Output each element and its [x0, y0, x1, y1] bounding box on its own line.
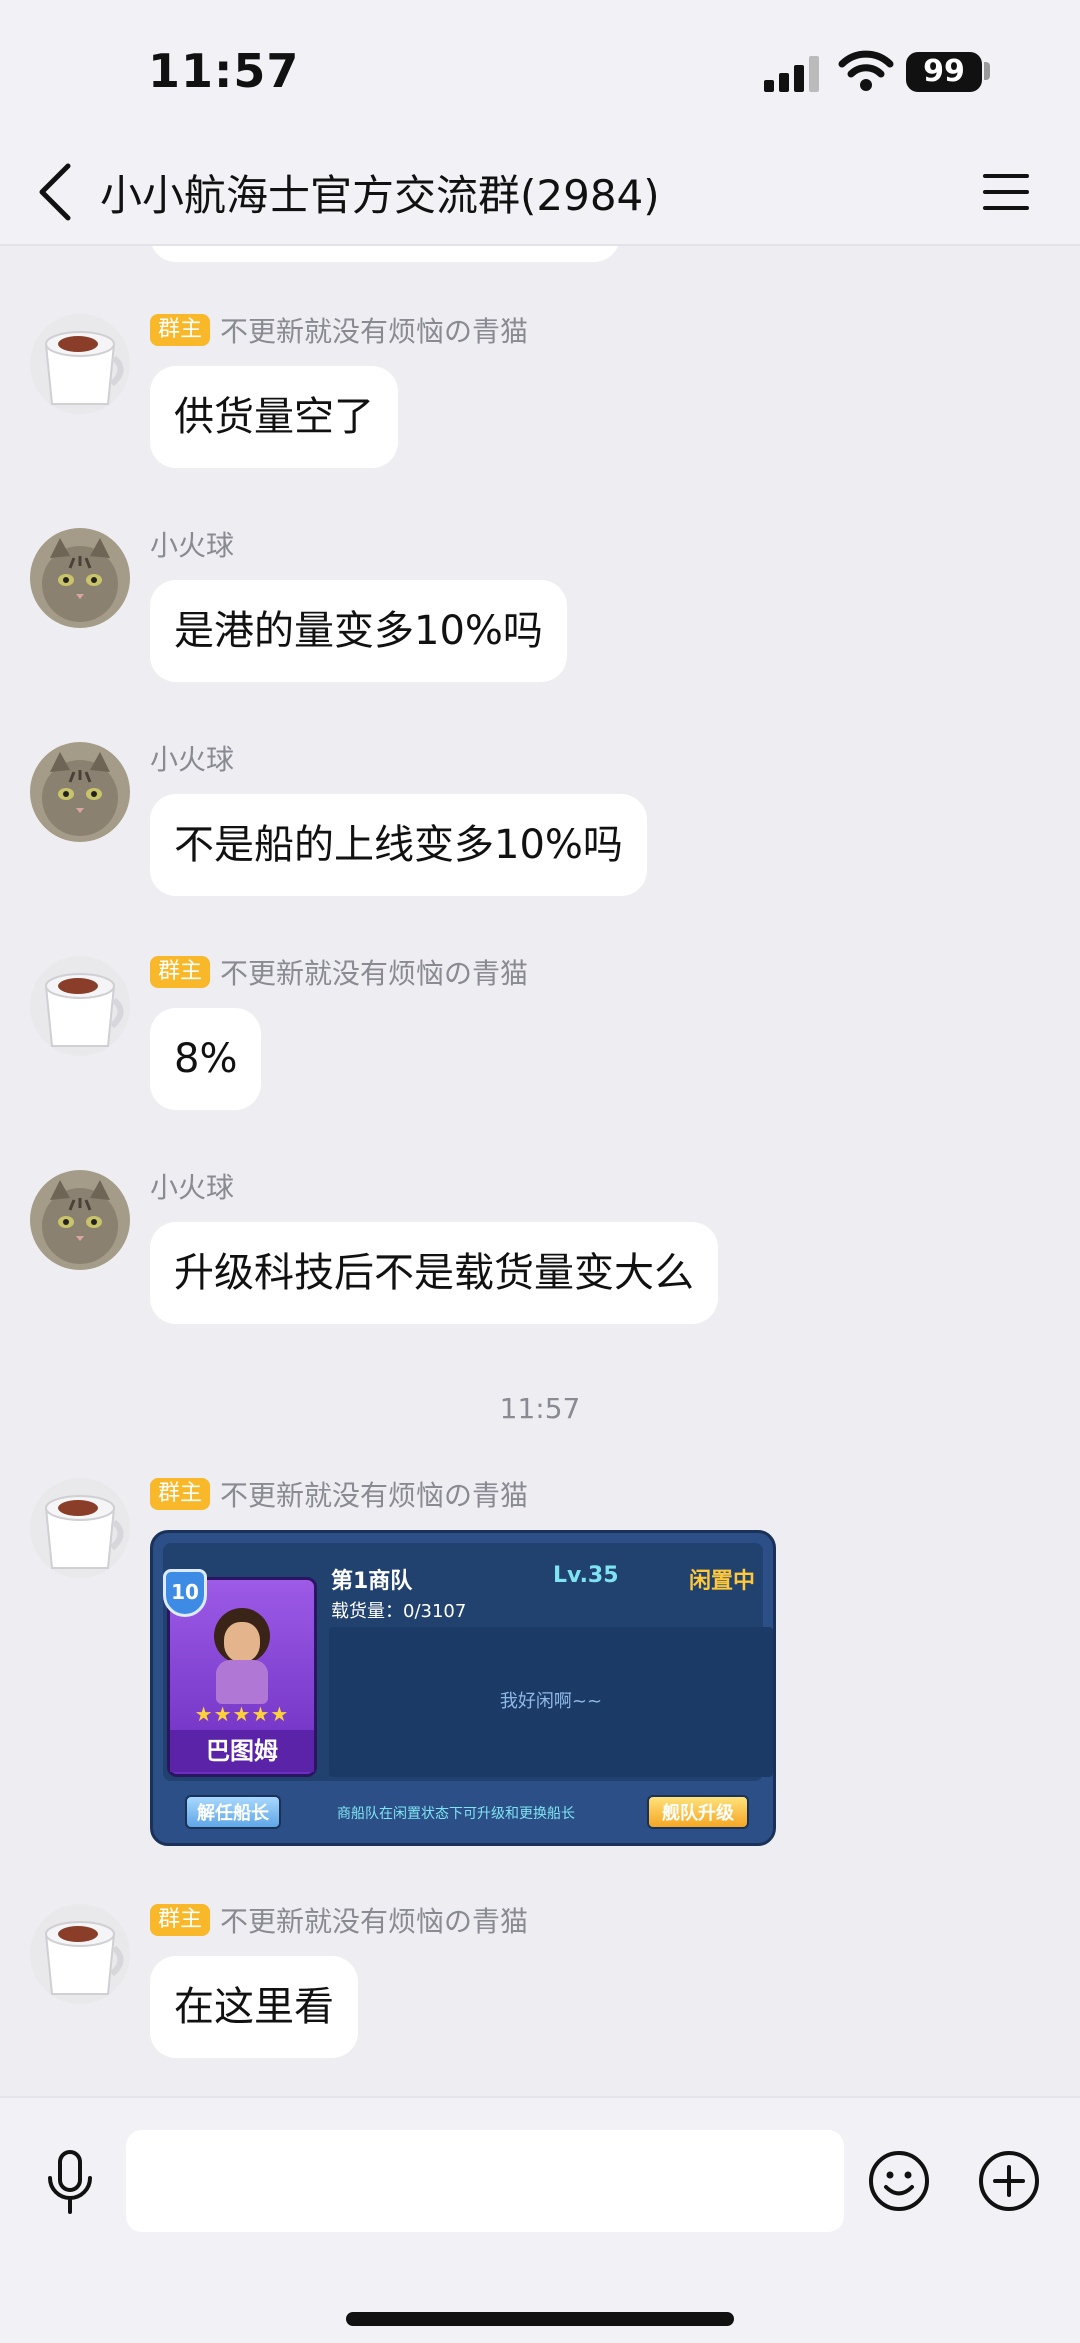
message-bubble[interactable]: 8%	[150, 1008, 262, 1110]
captain-name: 巴图姆	[170, 1730, 314, 1772]
back-chevron-icon[interactable]	[30, 160, 80, 224]
group-title[interactable]: 小小航海士官方交流群(2984)	[100, 162, 660, 223]
avatar-coffee-cup-icon[interactable]	[30, 956, 130, 1056]
level-shield-badge: 10	[163, 1569, 207, 1617]
fleet-level: Lv.35	[553, 1563, 619, 1588]
sender-line: 小火球	[150, 524, 234, 564]
message-input[interactable]	[126, 2130, 844, 2232]
menu-icon[interactable]	[982, 168, 1030, 216]
status-time: 11:57	[148, 44, 300, 98]
sender-name[interactable]: 不更新就没有烦恼の青猫	[220, 310, 528, 350]
sender-line: 群主 不更新就没有烦恼の青猫	[150, 1474, 528, 1514]
upgrade-hint: 商船队在闲置状态下可升级和更换船长	[337, 1806, 575, 1822]
captain-body	[216, 1660, 268, 1704]
captain-face	[224, 1622, 260, 1662]
sender-name[interactable]: 不更新就没有烦恼の青猫	[220, 952, 528, 992]
avatar-coffee-cup-icon[interactable]	[30, 314, 130, 414]
battery-indicator: 99	[906, 52, 982, 92]
sender-line: 群主 不更新就没有烦恼の青猫	[150, 952, 528, 992]
home-indicator[interactable]	[346, 2312, 734, 2326]
fleet-upgrade-button: 舰队升级	[647, 1795, 749, 1829]
sender-line: 群主 不更新就没有烦恼の青猫	[150, 310, 528, 350]
emoji-icon[interactable]	[868, 2150, 930, 2212]
owner-badge: 群主	[150, 314, 211, 346]
sender-line: 群主 不更新就没有烦恼の青猫	[150, 1900, 528, 1940]
star-rating: ★★★★★	[194, 1702, 290, 1726]
battery-tip	[984, 62, 990, 80]
wifi-icon	[838, 50, 894, 91]
message-bubble[interactable]: 供货量空了	[150, 366, 398, 468]
image-message-game-screenshot[interactable]: ★★★★★ 巴图姆 10 第1商队 Lv.35 闲置中 载货量：0/3107 我…	[150, 1530, 776, 1846]
owner-badge: 群主	[150, 1478, 211, 1510]
sender-name[interactable]: 不更新就没有烦恼の青猫	[220, 1474, 528, 1514]
route-panel: 我好闲啊~~	[329, 1627, 773, 1777]
message-bubble-partial	[150, 246, 620, 262]
chat-header: 小小航海士官方交流群(2984)	[0, 140, 1080, 246]
avatar-coffee-cup-icon[interactable]	[30, 1478, 130, 1578]
message-list[interactable]: 群主 不更新就没有烦恼の青猫 供货量空了 小火球 是港的量变多10%吗 小火球 …	[0, 246, 1080, 2096]
fleet-state: 闲置中	[689, 1569, 756, 1594]
add-plus-icon[interactable]	[978, 2150, 1040, 2212]
sender-name[interactable]: 小火球	[150, 524, 234, 564]
dismiss-captain-button: 解任船长	[185, 1795, 281, 1829]
microphone-icon[interactable]	[40, 2148, 100, 2218]
owner-badge: 群主	[150, 1904, 211, 1936]
sender-name[interactable]: 小火球	[150, 738, 234, 778]
sender-name[interactable]: 小火球	[150, 1166, 234, 1206]
idle-text: 我好闲啊~~	[499, 1691, 603, 1712]
avatar-coffee-cup-icon[interactable]	[30, 1904, 130, 2004]
avatar-cat-icon[interactable]	[30, 742, 130, 842]
time-divider: 11:57	[499, 1392, 581, 1425]
cellular-signal-icon	[764, 56, 819, 92]
sender-line: 小火球	[150, 738, 234, 778]
message-bubble[interactable]: 不是船的上线变多10%吗	[150, 794, 647, 896]
sender-name[interactable]: 不更新就没有烦恼の青猫	[220, 1900, 528, 1940]
sender-line: 小火球	[150, 1166, 234, 1206]
input-bar	[0, 2096, 1080, 2343]
avatar-cat-icon[interactable]	[30, 1170, 130, 1270]
avatar-cat-icon[interactable]	[30, 528, 130, 628]
message-bubble[interactable]: 升级科技后不是载货量变大么	[150, 1222, 718, 1324]
message-bubble[interactable]: 是港的量变多10%吗	[150, 580, 567, 682]
cargo-capacity: 载货量：0/3107	[331, 1601, 467, 1622]
owner-badge: 群主	[150, 956, 211, 988]
fleet-name: 第1商队	[331, 1569, 413, 1594]
message-bubble[interactable]: 在这里看	[150, 1956, 358, 2058]
status-bar: 11:57 99	[0, 0, 1080, 140]
